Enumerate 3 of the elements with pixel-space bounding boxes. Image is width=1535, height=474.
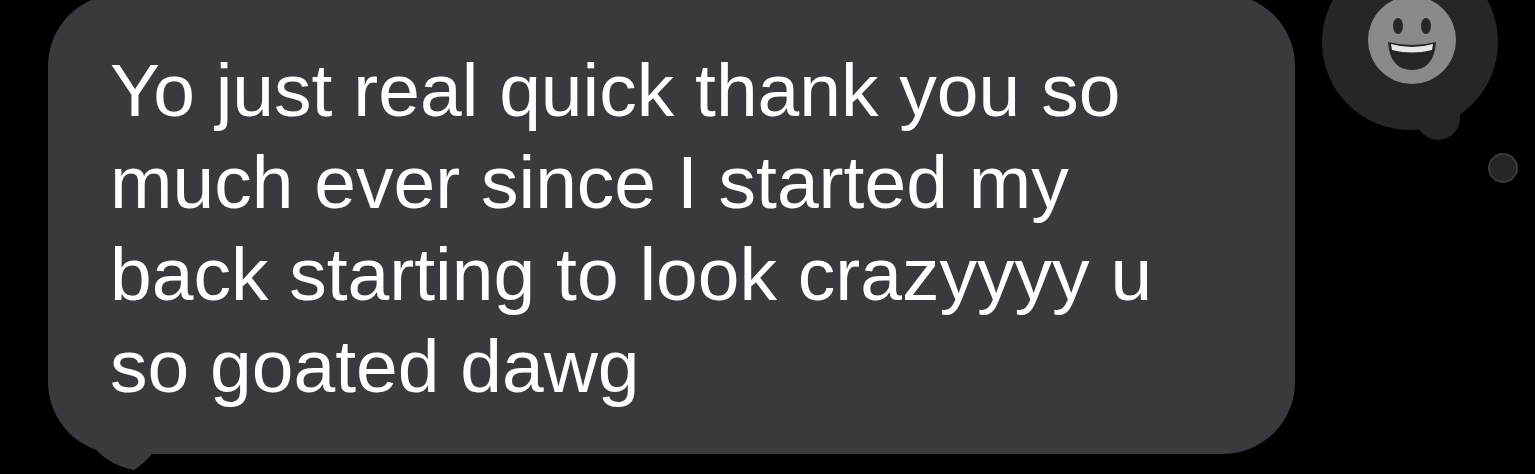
small-dot [1488, 153, 1518, 183]
message-text: Yo just real quick thank you so much ever since I started my back starting to look crazyyyy u so goated dawg [110, 47, 1153, 410]
smiley-icon [1368, 0, 1456, 84]
